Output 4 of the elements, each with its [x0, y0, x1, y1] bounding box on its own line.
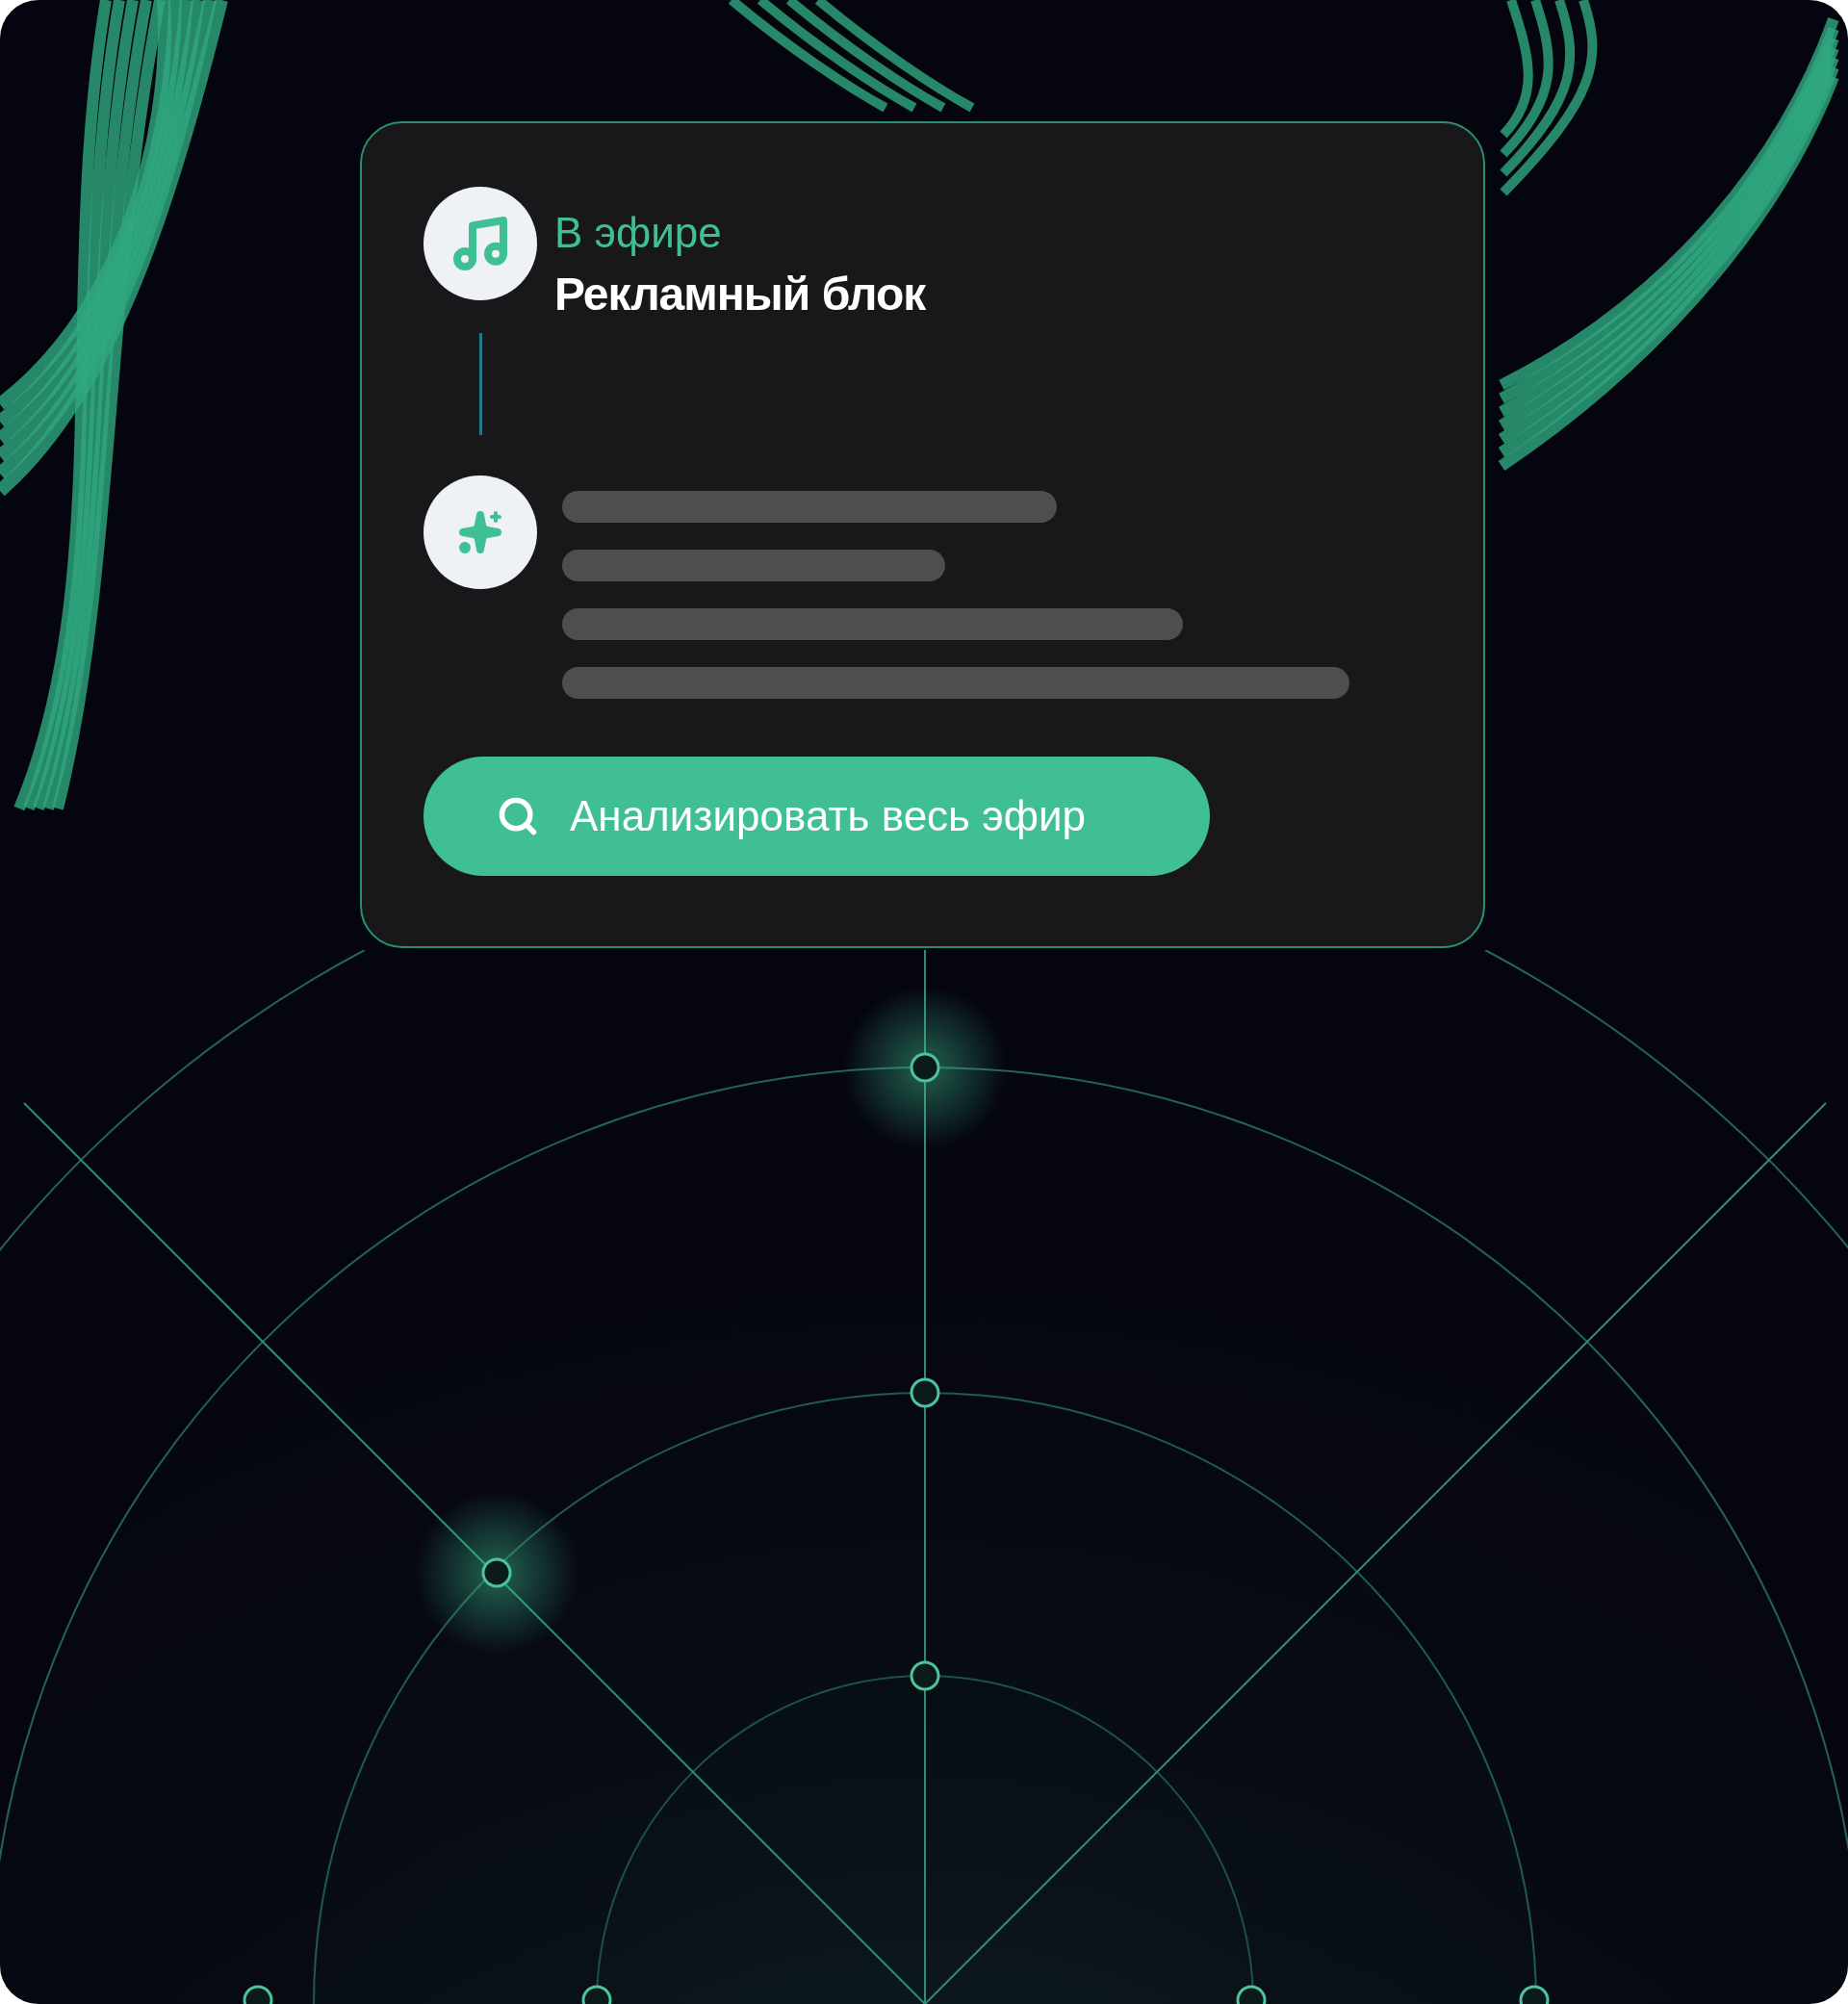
analyze-button[interactable]: Анализировать весь эфир — [424, 757, 1210, 876]
status-label: В эфире — [554, 208, 723, 258]
title: Рекламный блок — [554, 268, 926, 321]
search-icon — [497, 795, 539, 837]
